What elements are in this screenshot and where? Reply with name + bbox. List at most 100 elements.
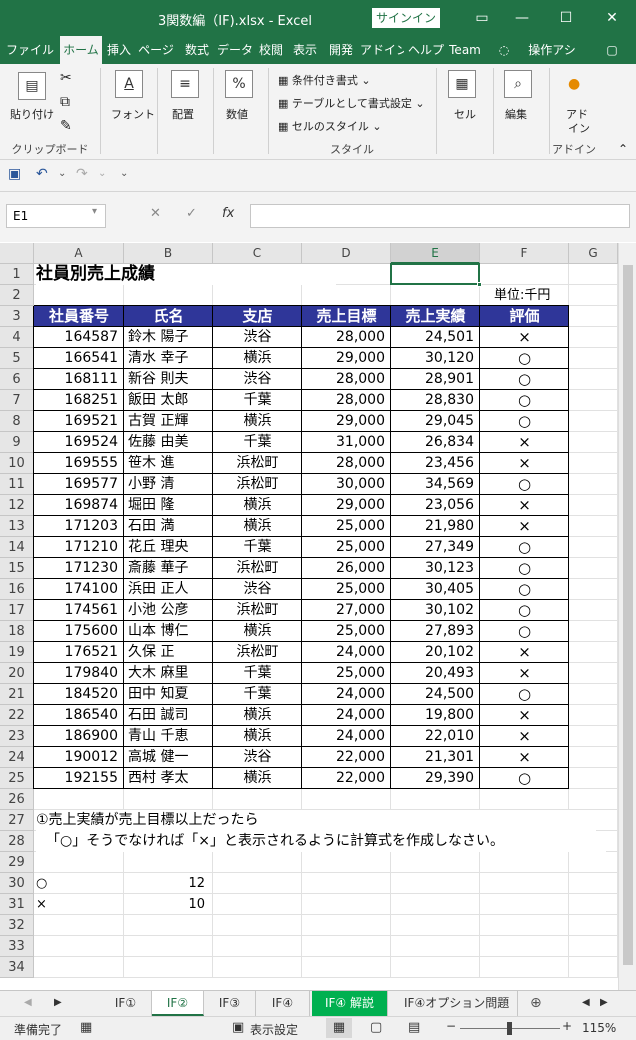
table-cell[interactable]: 渋谷 <box>213 327 302 348</box>
addin-icon[interactable]: ● <box>568 76 580 92</box>
table-cell[interactable]: 西村 孝太 <box>124 768 213 789</box>
table-cell[interactable]: 30,405 <box>391 579 480 600</box>
hscroll-right-icon[interactable]: ▶ <box>600 997 608 1008</box>
table-cell[interactable]: 169874 <box>34 495 124 516</box>
tab-developer[interactable]: 開発 <box>326 36 356 64</box>
table-header-cell[interactable]: 支店 <box>213 306 302 327</box>
cell-styles-button[interactable]: ▦ セルのスタイル ⌄ <box>278 118 382 134</box>
count-cross-label[interactable]: × <box>36 894 122 915</box>
table-cell[interactable]: ○ <box>480 537 569 558</box>
addin-label-2[interactable]: イン <box>568 120 590 136</box>
table-cell[interactable]: 24,000 <box>302 642 391 663</box>
table-cell[interactable]: 24,000 <box>302 705 391 726</box>
sheet-title[interactable]: 社員別売上成績 <box>36 264 336 285</box>
page-layout-view-icon[interactable]: ▢ <box>370 1020 382 1035</box>
table-cell[interactable]: 古賀 正輝 <box>124 411 213 432</box>
table-cell[interactable]: 23,056 <box>391 495 480 516</box>
table-cell[interactable]: 34,569 <box>391 474 480 495</box>
table-cell[interactable]: 20,102 <box>391 642 480 663</box>
column-header-g[interactable]: G <box>569 243 618 264</box>
font-icon[interactable]: A <box>115 70 143 98</box>
percent-icon[interactable]: % <box>225 70 253 98</box>
instruction-line-2[interactable]: 「○」そうでなければ「×」と表示されるように計算式を作成しなさい。 <box>36 831 606 852</box>
table-cell[interactable]: 22,000 <box>302 768 391 789</box>
search-icon[interactable]: ⌕ <box>504 70 532 98</box>
table-cell[interactable]: 26,834 <box>391 432 480 453</box>
table-cell[interactable]: 166541 <box>34 348 124 369</box>
tab-home[interactable]: ホーム <box>60 36 102 64</box>
table-cell[interactable]: 186540 <box>34 705 124 726</box>
table-cell[interactable]: 22,010 <box>391 726 480 747</box>
table-cell[interactable]: 28,000 <box>302 390 391 411</box>
tab-addins[interactable]: アドイン <box>360 36 404 64</box>
table-cell[interactable]: 29,000 <box>302 411 391 432</box>
table-cell[interactable]: 小野 清 <box>124 474 213 495</box>
table-cell[interactable]: 田中 知夏 <box>124 684 213 705</box>
table-cell[interactable]: 堀田 隆 <box>124 495 213 516</box>
table-cell[interactable]: 花丘 理央 <box>124 537 213 558</box>
table-cell[interactable]: × <box>480 747 569 768</box>
table-cell[interactable]: 29,000 <box>302 348 391 369</box>
instruction-line-1[interactable]: ①売上実績が売上目標以上だったら <box>36 810 596 831</box>
comments-icon[interactable]: ▢ <box>600 36 624 64</box>
hscroll-left-icon[interactable]: ◀ <box>582 997 590 1008</box>
table-cell[interactable]: 184520 <box>34 684 124 705</box>
table-cell[interactable]: 31,000 <box>302 432 391 453</box>
table-cell[interactable]: 30,000 <box>302 474 391 495</box>
row-header[interactable]: 19 <box>0 642 34 663</box>
table-cell[interactable]: 横浜 <box>213 495 302 516</box>
table-cell[interactable]: 青山 千恵 <box>124 726 213 747</box>
table-cell[interactable]: 28,000 <box>302 369 391 390</box>
column-header-a[interactable]: A <box>34 243 124 264</box>
table-cell[interactable]: 25,000 <box>302 516 391 537</box>
row-header[interactable]: 6 <box>0 369 34 390</box>
table-cell[interactable]: × <box>480 642 569 663</box>
row-header[interactable]: 14 <box>0 537 34 558</box>
font-group[interactable]: A フォント <box>104 64 155 160</box>
table-cell[interactable]: ○ <box>480 768 569 789</box>
table-cell[interactable]: 浜松町 <box>213 642 302 663</box>
table-cell[interactable]: × <box>480 432 569 453</box>
table-cell[interactable]: 千葉 <box>213 663 302 684</box>
format-as-table-button[interactable]: ▦ テーブルとして書式設定 ⌄ <box>278 95 425 111</box>
table-cell[interactable]: 29,000 <box>302 495 391 516</box>
table-cell[interactable]: 浜松町 <box>213 558 302 579</box>
sheet-tab-if2[interactable]: IF② <box>152 991 204 1016</box>
table-cell[interactable]: 25,000 <box>302 537 391 558</box>
column-header-d[interactable]: D <box>302 243 391 264</box>
enter-icon[interactable]: ✓ <box>186 206 197 221</box>
table-cell[interactable]: 169521 <box>34 411 124 432</box>
ribbon-display-icon[interactable]: ▭ <box>470 8 494 28</box>
tab-data[interactable]: データ <box>216 36 254 64</box>
undo-dropdown-icon[interactable]: ⌄ <box>58 168 66 179</box>
table-cell[interactable]: ○ <box>480 684 569 705</box>
cells-label[interactable]: セル <box>454 106 476 122</box>
column-header-e[interactable]: E <box>391 243 480 264</box>
table-cell[interactable]: 25,000 <box>302 579 391 600</box>
tab-review[interactable]: 校閲 <box>256 36 286 64</box>
table-cell[interactable]: 27,000 <box>302 600 391 621</box>
alignment-icon[interactable]: ≡ <box>171 70 199 98</box>
row-header[interactable]: 3 <box>0 306 34 327</box>
paste-icon[interactable]: ▤ <box>18 72 46 100</box>
table-cell[interactable]: 174561 <box>34 600 124 621</box>
table-cell[interactable]: × <box>480 705 569 726</box>
editing-label[interactable]: 編集 <box>505 106 527 122</box>
zoom-slider-thumb[interactable] <box>507 1022 512 1035</box>
table-cell[interactable]: 164587 <box>34 327 124 348</box>
table-cell[interactable]: 千葉 <box>213 684 302 705</box>
copy-icon[interactable]: ⧉ <box>60 94 70 110</box>
name-box-dropdown-icon[interactable]: ▾ <box>92 206 97 217</box>
table-cell[interactable]: 21,980 <box>391 516 480 537</box>
table-cell[interactable]: × <box>480 663 569 684</box>
selected-cell-e1[interactable] <box>390 263 480 285</box>
format-painter-icon[interactable]: ✎ <box>60 118 72 134</box>
save-icon[interactable]: ▣ <box>8 166 21 182</box>
alignment-group[interactable]: ≡ 配置 <box>160 64 210 160</box>
row-header[interactable]: 5 <box>0 348 34 369</box>
cells-group[interactable]: ▦ セル <box>440 64 490 160</box>
table-cell[interactable]: 千葉 <box>213 432 302 453</box>
fill-handle[interactable] <box>477 282 482 287</box>
row-header[interactable]: 30 <box>0 873 34 894</box>
table-cell[interactable]: 169524 <box>34 432 124 453</box>
